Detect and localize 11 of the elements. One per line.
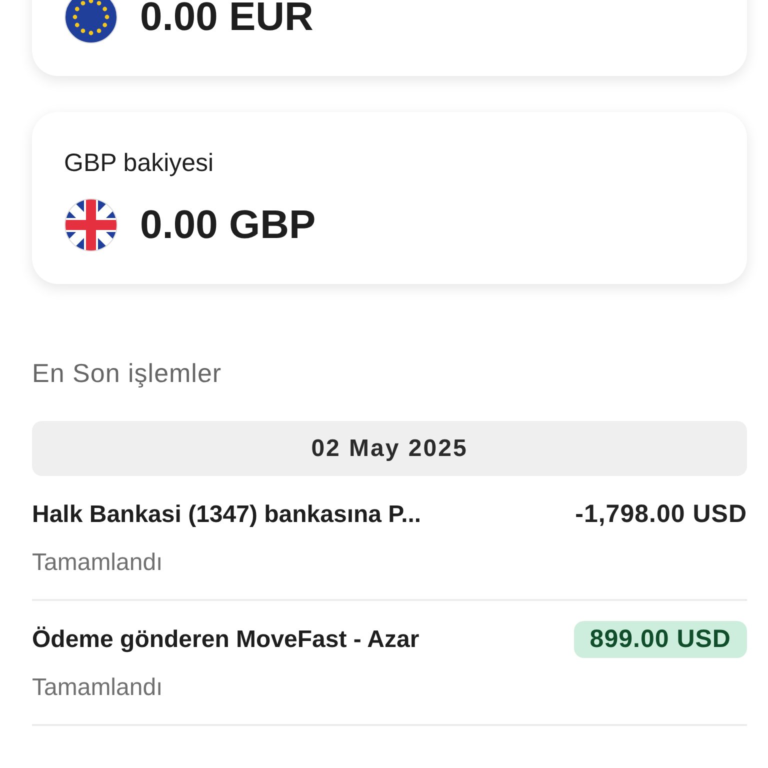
balance-amount: 0.00 EUR	[140, 0, 314, 40]
transaction-title[interactable]: Ödeme gönderen MoveFast - Azar	[32, 626, 420, 654]
amount-badge: 899.00 USD	[574, 621, 747, 658]
section-title: En Son işlemler	[32, 358, 222, 389]
date-header: 02 May 2025	[32, 421, 747, 476]
transaction-status: Tamamlandı	[32, 674, 163, 702]
transaction-status: Tamamlandı	[32, 549, 163, 577]
balance-label: GBP bakiyesi	[64, 148, 214, 178]
transaction-amount: -1,798.00 USD	[575, 500, 747, 529]
transaction-title[interactable]: Halk Bankasi (1347) bankasına P...	[32, 500, 422, 528]
balance-amount: 0.00 GBP	[140, 202, 316, 248]
